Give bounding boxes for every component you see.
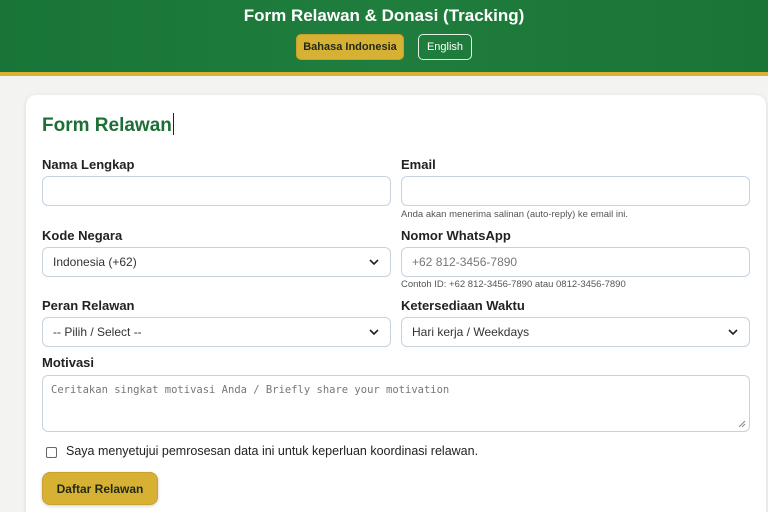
availability-select[interactable]: Hari kerja / Weekdays — [401, 317, 750, 347]
email-label: Email — [401, 157, 436, 172]
submit-volunteer-button[interactable]: Daftar Relawan — [42, 472, 158, 505]
role-select[interactable]: -- Pilih / Select -- — [42, 317, 391, 347]
availability-value: Hari kerja / Weekdays — [412, 325, 530, 339]
text-caret — [172, 113, 174, 135]
motivation-placeholder: Ceritakan singkat motivasi Anda / Briefl… — [51, 384, 450, 396]
lang-english-button[interactable]: English — [418, 34, 472, 60]
name-label: Nama Lengkap — [42, 157, 135, 172]
resize-handle-icon[interactable] — [738, 420, 746, 428]
availability-label: Ketersediaan Waktu — [401, 298, 525, 313]
whatsapp-placeholder: +62 812-3456-7890 — [412, 255, 518, 269]
motivation-label: Motivasi — [42, 355, 95, 370]
language-switcher: Bahasa Indonesia English — [0, 34, 768, 60]
country-code-value: Indonesia (+62) — [53, 255, 137, 269]
role-label: Peran Relawan — [42, 298, 135, 313]
form-title: Form Relawan — [42, 113, 174, 136]
chevron-down-icon — [728, 329, 738, 336]
page-title: Form Relawan & Donasi (Tracking) — [243, 6, 525, 25]
email-input[interactable] — [401, 176, 750, 206]
chevron-down-icon — [369, 329, 379, 336]
email-help-text: Anda akan menerima salinan (auto-reply) … — [401, 209, 629, 220]
name-input[interactable] — [42, 176, 391, 206]
consent-checkbox[interactable] — [46, 447, 57, 458]
lang-indonesia-button[interactable]: Bahasa Indonesia — [296, 34, 404, 60]
role-value: -- Pilih / Select -- — [53, 325, 142, 339]
country-code-select[interactable]: Indonesia (+62) — [42, 247, 391, 277]
motivation-textarea[interactable]: Ceritakan singkat motivasi Anda / Briefl… — [42, 375, 750, 432]
chevron-down-icon — [369, 259, 379, 266]
whatsapp-label: Nomor WhatsApp — [401, 228, 511, 243]
whatsapp-help-text: Contoh ID: +62 812-3456-7890 atau 0812-3… — [401, 279, 626, 290]
page-header: Form Relawan & Donasi (Tracking) Bahasa … — [0, 0, 768, 76]
consent-label: Saya menyetujui pemrosesan data ini untu… — [66, 444, 479, 458]
volunteer-form-card: Form Relawan Nama Lengkap Email Anda aka… — [26, 95, 766, 512]
whatsapp-input[interactable]: +62 812-3456-7890 — [401, 247, 750, 277]
country-code-label: Kode Negara — [42, 228, 123, 243]
